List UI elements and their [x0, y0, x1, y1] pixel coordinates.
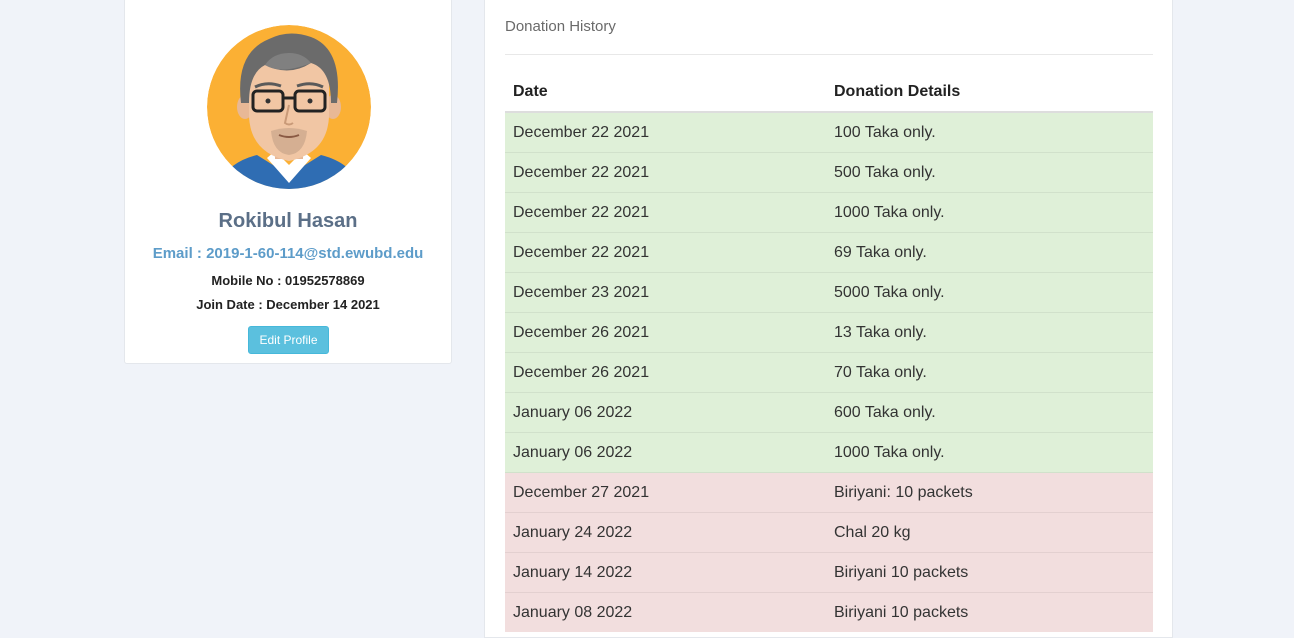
profile-name: Rokibul Hasan: [218, 210, 358, 232]
table-row: December 22 2021 500 Taka only.: [505, 152, 1153, 193]
table-row: January 08 2022 Biriyani 10 packets: [505, 592, 1153, 632]
donation-date-cell: January 14 2022: [505, 552, 826, 593]
donation-history-panel: Donation History Date Donation Details D…: [484, 0, 1173, 638]
donation-date-cell: December 22 2021: [505, 232, 826, 273]
donation-details-cell: 13 Taka only.: [826, 312, 1153, 353]
column-header-date: Date: [505, 73, 826, 113]
donation-details-cell: 600 Taka only.: [826, 392, 1153, 433]
donation-date-cell: January 06 2022: [505, 432, 826, 473]
donation-details-cell: Biriyani 10 packets: [826, 592, 1153, 632]
donation-date-cell: December 22 2021: [505, 152, 826, 193]
donation-date-cell: December 26 2021: [505, 352, 826, 393]
donation-details-cell: Biriyani: 10 packets: [826, 472, 1153, 513]
profile-mobile: Mobile No : 01952578869: [211, 273, 365, 288]
profile-join-date: Join Date : December 14 2021: [196, 297, 380, 312]
table-row: January 06 2022 1000 Taka only.: [505, 432, 1153, 473]
table-row: December 26 2021 70 Taka only.: [505, 352, 1153, 393]
donation-details-cell: Biriyani 10 packets: [826, 552, 1153, 593]
profile-email: Email : 2019-1-60-114@std.ewubd.edu: [152, 245, 424, 262]
column-header-details: Donation Details: [826, 73, 1153, 113]
donation-details-cell: 70 Taka only.: [826, 352, 1153, 393]
profile-card: Rokibul Hasan Email : 2019-1-60-114@std.…: [124, 0, 452, 364]
donation-history-title: Donation History: [505, 18, 616, 35]
donation-details-cell: Chal 20 kg: [826, 512, 1153, 553]
donation-details-cell: 69 Taka only.: [826, 232, 1153, 273]
donation-history-table: Date Donation Details December 22 2021 10…: [505, 73, 1153, 632]
table-row: December 22 2021 100 Taka only.: [505, 111, 1153, 153]
donation-date-cell: December 23 2021: [505, 272, 826, 313]
donation-date-cell: January 08 2022: [505, 592, 826, 632]
donation-date-cell: December 27 2021: [505, 472, 826, 513]
table-row: December 27 2021 Biriyani: 10 packets: [505, 472, 1153, 513]
table-row: December 22 2021 69 Taka only.: [505, 232, 1153, 273]
donation-date-cell: January 06 2022: [505, 392, 826, 433]
edit-profile-button[interactable]: Edit Profile: [248, 326, 329, 354]
donation-history-rows: December 22 2021 100 Taka only. December 2…: [505, 111, 1153, 632]
donation-details-cell: 1000 Taka only.: [826, 192, 1153, 233]
donation-date-cell: December 26 2021: [505, 312, 826, 353]
donation-date-cell: January 24 2022: [505, 512, 826, 553]
donation-details-cell: 100 Taka only.: [826, 111, 1153, 153]
donation-details-cell: 5000 Taka only.: [826, 272, 1153, 313]
table-header-row: Date Donation Details: [505, 73, 1153, 113]
donation-details-cell: 500 Taka only.: [826, 152, 1153, 193]
divider: [505, 54, 1153, 55]
avatar: [207, 25, 371, 189]
table-row: December 26 2021 13 Taka only.: [505, 312, 1153, 353]
table-row: January 06 2022 600 Taka only.: [505, 392, 1153, 433]
table-row: January 24 2022 Chal 20 kg: [505, 512, 1153, 553]
donation-date-cell: December 22 2021: [505, 111, 826, 153]
table-row: January 14 2022 Biriyani 10 packets: [505, 552, 1153, 593]
table-row: December 22 2021 1000 Taka only.: [505, 192, 1153, 233]
donation-date-cell: December 22 2021: [505, 192, 826, 233]
table-row: December 23 2021 5000 Taka only.: [505, 272, 1153, 313]
donation-details-cell: 1000 Taka only.: [826, 432, 1153, 473]
